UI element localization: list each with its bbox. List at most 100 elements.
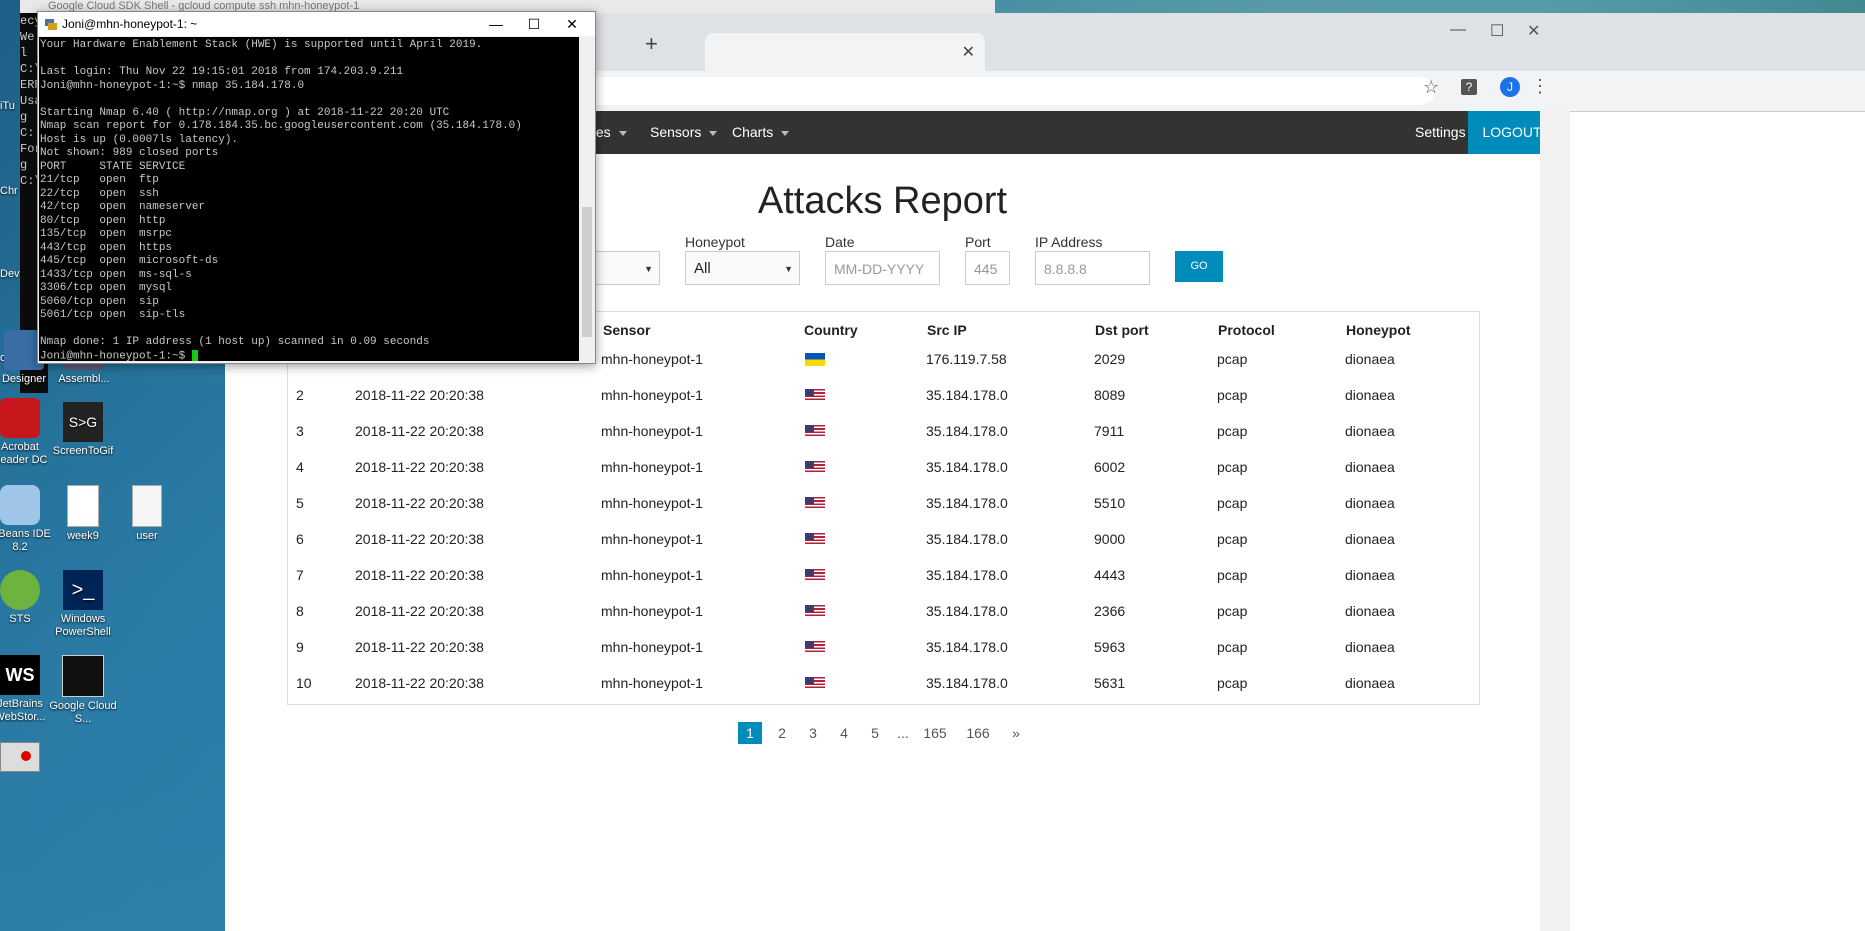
terminal-line: Nmap scan report for 0.178.184.35.bc.goo… [40,120,522,132]
terminal-output[interactable]: Your Hardware Enablement Stack (HWE) is … [39,37,579,361]
cell-num: 10 [296,675,312,691]
desktop-icon-label-fragment: Dev [0,268,20,280]
terminal-prompt: Joni@mhn-honeypot-1:~$ [40,349,192,361]
extension-icon[interactable]: ? [1461,79,1477,95]
pagination-page[interactable]: 3 [801,722,825,744]
cell-sensor: mhn-honeypot-1 [601,423,703,439]
cell-date: 2018-11-22 20:20:38 [355,495,484,511]
cell-date: 2018-11-22 20:20:38 [355,567,484,583]
desktop-icon-google-cloud-shell[interactable]: Google Cloud S... [49,655,117,726]
cell-src-ip: 35.184.178.0 [926,495,1008,511]
desktop-icon-powershell[interactable]: >_ Windows PowerShell [49,570,117,639]
page-scrollbar[interactable] [1540,111,1570,931]
table-row: 3 2018-11-22 20:20:38 mhn-honeypot-1 35.184… [288,414,1479,450]
new-tab-icon[interactable]: + [645,31,658,57]
cell-honeypot: dionaea [1345,495,1395,511]
cell-src-ip: 35.184.178.0 [926,459,1008,475]
bookmark-star-icon[interactable]: ☆ [1423,77,1439,98]
desktop-icon-user[interactable]: user [113,485,181,543]
table-row: 8 2018-11-22 20:20:38 mhn-honeypot-1 35.184… [288,594,1479,630]
pagination-ellipsis: ... [897,725,909,741]
ip-address-input[interactable]: 8.8.8.8 [1035,251,1150,285]
cell-protocol: pcap [1217,387,1248,403]
desktop-icon-screentogif[interactable]: S>G ScreenToGif [49,402,117,458]
desktop-icon-label-fragment: Chr [0,185,18,197]
nav-settings[interactable]: Settings [1415,111,1466,154]
pagination-page[interactable]: 2 [770,722,794,744]
go-button[interactable]: GO [1175,251,1223,282]
terminal-minimize-icon[interactable]: — [478,12,514,36]
cell-dst-port: 2366 [1094,603,1126,619]
tab-close-icon[interactable]: ✕ [962,42,975,62]
close-icon[interactable]: ✕ [1527,21,1540,41]
table-row: 7 2018-11-22 20:20:38 mhn-honeypot-1 35.184… [288,558,1479,594]
terminal-line: 445/tcp open microsoft-ds [40,255,219,267]
pagination-page[interactable]: 165 [923,722,947,744]
terminal-close-icon[interactable]: ✕ [554,12,590,36]
cell-num: 3 [296,423,304,439]
date-input[interactable]: MM-DD-YYYY [825,251,940,285]
table-row: 5 2018-11-22 20:20:38 mhn-honeypot-1 35.184… [288,486,1479,522]
filter-select-partial[interactable]: ▼ [585,251,660,285]
pagination-page[interactable]: 166 [966,722,990,744]
nav-label: Charts [732,124,774,140]
terminal-line: 80/tcp open http [40,214,166,227]
cell-dst-port: 2029 [1094,351,1126,367]
text-file-icon [132,485,162,527]
desktop-icon-sts[interactable]: STS [0,570,54,626]
desktop-icon-acrobat[interactable]: Acrobat Reader DC [0,398,54,467]
caret-down-icon [781,130,790,136]
desktop-icon-label: Assembl... [58,373,110,385]
profile-avatar[interactable]: J [1500,77,1520,97]
cell-src-ip: 35.184.178.0 [926,531,1008,547]
cell-src-ip: 35.184.178.0 [926,603,1008,619]
nav-sensors[interactable]: Sensors [650,111,718,154]
record-dot-icon [21,751,31,761]
cell-dst-port: 4443 [1094,567,1126,583]
recorder-icon[interactable] [0,742,40,772]
cell-src-ip: 35.184.178.0 [926,387,1008,403]
usa-flag-icon [805,389,825,402]
header-country: Country [804,322,858,338]
terminal-cursor [191,349,198,361]
port-input[interactable]: 445 [965,251,1010,285]
cell-num: 4 [296,459,304,475]
minimize-icon[interactable]: — [1450,21,1466,39]
honeypot-select[interactable]: All ▼ [685,251,800,285]
terminal-maximize-icon[interactable]: ☐ [516,12,552,36]
table-row: 2 2018-11-22 20:20:38 mhn-honeypot-1 35.184… [288,378,1479,414]
desktop-icon-netbeans[interactable]: etBeans IDE 8.2 [0,485,54,554]
port-label: Port [965,234,991,250]
terminal-scrollbar[interactable] [580,37,594,361]
table-row: 9 2018-11-22 20:20:38 mhn-honeypot-1 35.184… [288,630,1479,666]
desktop-icon-week9[interactable]: week9 [49,485,117,543]
date-label: Date [825,234,855,250]
cell-src-ip: 176.119.7.58 [926,351,1007,367]
cell-num: 6 [296,531,304,547]
maximize-icon[interactable]: ☐ [1490,21,1504,41]
header-honeypot: Honeypot [1346,322,1411,338]
cell-honeypot: dionaea [1345,603,1395,619]
terminal-titlebar[interactable]: Joni@mhn-honeypot-1: ~ — ☐ ✕ [38,12,595,36]
attacks-table: Sensor Country Src IP Dst port Protocol … [287,311,1480,705]
desktop-icon-webstorm[interactable]: WS JetBrains WebStor... [0,655,54,724]
cell-protocol: pcap [1217,351,1248,367]
browser-tab[interactable]: ✕ [705,33,985,71]
pagination-next[interactable]: » [1004,722,1028,744]
terminal-window: Joni@mhn-honeypot-1: ~ — ☐ ✕ Your Hardwa… [37,11,596,364]
cell-num: 5 [296,495,304,511]
sts-icon [0,570,40,610]
address-bar[interactable] [585,77,1435,105]
terminal-line: Nmap done: 1 IP address (1 host up) scan… [40,336,430,348]
image-file-icon [67,485,99,527]
terminal-scroll-thumb[interactable] [582,207,592,337]
terminal-line: 3306/tcp open mysql [40,282,173,294]
desktop-icon-label: Google Cloud S... [49,700,117,725]
nav-charts[interactable]: Charts [732,111,790,154]
caret-down-icon [618,130,627,136]
pagination-page[interactable]: 5 [863,722,887,744]
menu-icon[interactable]: ⋮ [1531,76,1549,97]
pagination-page[interactable]: 4 [832,722,856,744]
pagination-page[interactable]: 1 [738,722,762,744]
